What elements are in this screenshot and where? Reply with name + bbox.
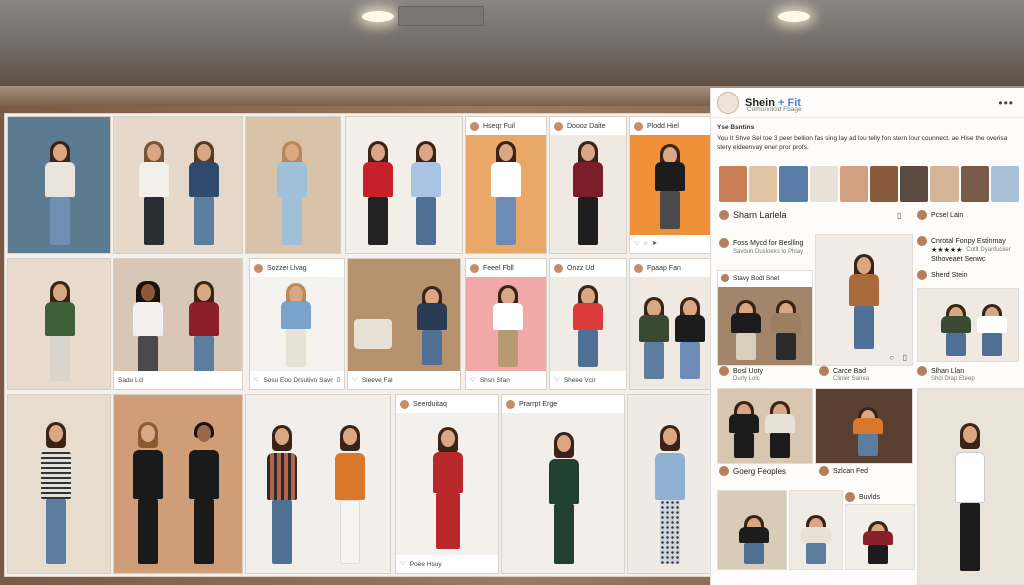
post-header[interactable]: Sherd Stein: [917, 270, 968, 280]
photo-tile[interactable]: [245, 394, 391, 574]
post-header[interactable]: Bosl Uoty: [719, 366, 763, 376]
panel-header: Shein + Fit: [711, 88, 1024, 118]
bookmark-icon[interactable]: ▯: [337, 377, 340, 384]
photo-tile[interactable]: Sadu Lcl: [113, 258, 243, 390]
ceiling-light-left: [362, 11, 394, 22]
heart-icon[interactable]: ♡: [352, 377, 358, 384]
post-header[interactable]: Cnrotal Fonpy Estinmay: [917, 236, 1006, 246]
post-header[interactable]: Goerg Feoples: [719, 466, 786, 476]
panel-subtitle: Comunnicid Fbage: [747, 106, 802, 113]
more-dots-icon[interactable]: •••: [998, 96, 1014, 110]
photo-tile[interactable]: [627, 394, 711, 574]
post-author: Doooz Daite: [567, 122, 606, 130]
post-card[interactable]: ○ ▯: [815, 234, 913, 366]
post-subline: Clinler Sanea: [833, 376, 870, 382]
post-card[interactable]: [917, 388, 1024, 585]
rating-stars: ★★★★★ Cotlt Dyanfucker: [931, 247, 1011, 254]
post-card[interactable]: Fpaap Fan: [629, 258, 711, 390]
heart-icon[interactable]: ♡: [470, 377, 476, 384]
about-section: Yse Bsntins You It Shve Sel toe 3 peer b…: [717, 124, 1019, 152]
photo-tile[interactable]: [113, 394, 243, 574]
photo-tile[interactable]: [345, 116, 463, 254]
photo-tile[interactable]: [245, 116, 341, 254]
post-caption: Sleeve Fal: [361, 376, 393, 384]
post-author: Plodd Hiel: [647, 122, 679, 130]
photo-strip[interactable]: [719, 166, 1020, 202]
post-subline: Shcl Drap Eteep: [931, 376, 975, 382]
post-card[interactable]: [815, 388, 913, 464]
post-author: Fpaap Fan: [647, 264, 681, 272]
post-card[interactable]: Seerduitaq ♡ Poee Hsuy: [395, 394, 499, 574]
status-badge: Sthoveaet Senwc: [931, 256, 986, 263]
heart-icon[interactable]: ♡: [554, 377, 560, 384]
post-card[interactable]: Feeel Fbll ♡ Shsn Sfan: [465, 258, 547, 390]
photo-tile[interactable]: ♡ Sleeve Fal: [347, 258, 461, 390]
post-header[interactable]: Sharn Larlela: [719, 210, 787, 220]
photo-tile[interactable]: [7, 258, 111, 390]
photo-tile[interactable]: [7, 116, 111, 254]
bookmark-icon[interactable]: ▯: [903, 354, 907, 362]
post-author: Feeel Fbll: [483, 264, 514, 272]
ceiling-light-right: [778, 11, 810, 22]
about-heading: Yse Bsntins: [717, 124, 755, 131]
post-caption: Sadu Lcl: [118, 376, 144, 384]
post-author: Seerduitaq: [413, 400, 447, 408]
post-card[interactable]: Stavy Bodl Snet: [717, 270, 813, 366]
ceiling: [0, 0, 1024, 92]
post-card[interactable]: Doooz Daite: [549, 116, 627, 254]
comment-icon[interactable]: ○: [644, 241, 648, 248]
photo-tile[interactable]: [113, 116, 243, 254]
post-card[interactable]: [917, 288, 1019, 362]
post-card[interactable]: Hseqr Fuil: [465, 116, 547, 254]
post-card[interactable]: [717, 388, 813, 464]
post-author: Sozzei Llvag: [267, 264, 307, 272]
post-card[interactable]: Onzz Ud ♡ Sheee Vcir: [549, 258, 627, 390]
post-subline: Foss Mycd for Beslling: [719, 238, 803, 248]
heart-icon[interactable]: ♡: [400, 561, 406, 568]
post-subline: Durly Lolc: [733, 376, 760, 382]
post-card[interactable]: [789, 490, 843, 570]
heart-icon[interactable]: ♡: [254, 377, 259, 384]
post-author: Hseqr Fuil: [483, 122, 515, 130]
post-caption: Sosu Eoo Drsutivo Savng: [263, 376, 333, 384]
post-card[interactable]: [717, 490, 787, 570]
post-header[interactable]: Buvlds: [845, 492, 880, 502]
post-header[interactable]: Slhan Llan: [917, 366, 964, 376]
photo-tile[interactable]: [7, 394, 111, 574]
post-author: Prarrpt Erge: [519, 400, 558, 408]
post-card[interactable]: [845, 504, 915, 570]
bookmark-icon[interactable]: ▯: [897, 212, 901, 220]
post-card[interactable]: Prarrpt Erge: [501, 394, 625, 574]
photo-mosaic: Hseqr Fuil Doooz Daite Plodd Hiel ♡ ○ ➤ Sa…: [4, 113, 712, 577]
community-panel: Shein + Fit Comunnicid Fbage ••• Yse Bsn…: [710, 88, 1024, 585]
post-caption: Poee Hsuy: [409, 560, 442, 568]
heart-icon[interactable]: ♡: [634, 241, 640, 248]
post-caption: Sheee Vcir: [563, 376, 596, 384]
about-text: You It Shve Sel toe 3 peer bellion fas s…: [717, 134, 1008, 151]
post-subline: Savoun Dusloeks to Phiay: [733, 249, 804, 255]
comment-icon[interactable]: ○: [889, 354, 894, 362]
post-header[interactable]: Pcsel Lain: [917, 210, 963, 220]
post-caption: Shsn Sfan: [479, 376, 510, 384]
post-author: Onzz Ud: [567, 264, 595, 272]
brand-avatar[interactable]: [717, 91, 739, 114]
post-card[interactable]: Sozzei Llvag ♡ Sosu Eoo Drsutivo Savng ▯: [249, 258, 345, 390]
post-card[interactable]: Plodd Hiel ♡ ○ ➤: [629, 116, 711, 254]
post-header[interactable]: Szlcan Fed: [819, 466, 868, 476]
ceiling-vent: [398, 6, 484, 26]
share-icon[interactable]: ➤: [652, 241, 657, 248]
post-header[interactable]: Carce Bad: [819, 366, 866, 376]
